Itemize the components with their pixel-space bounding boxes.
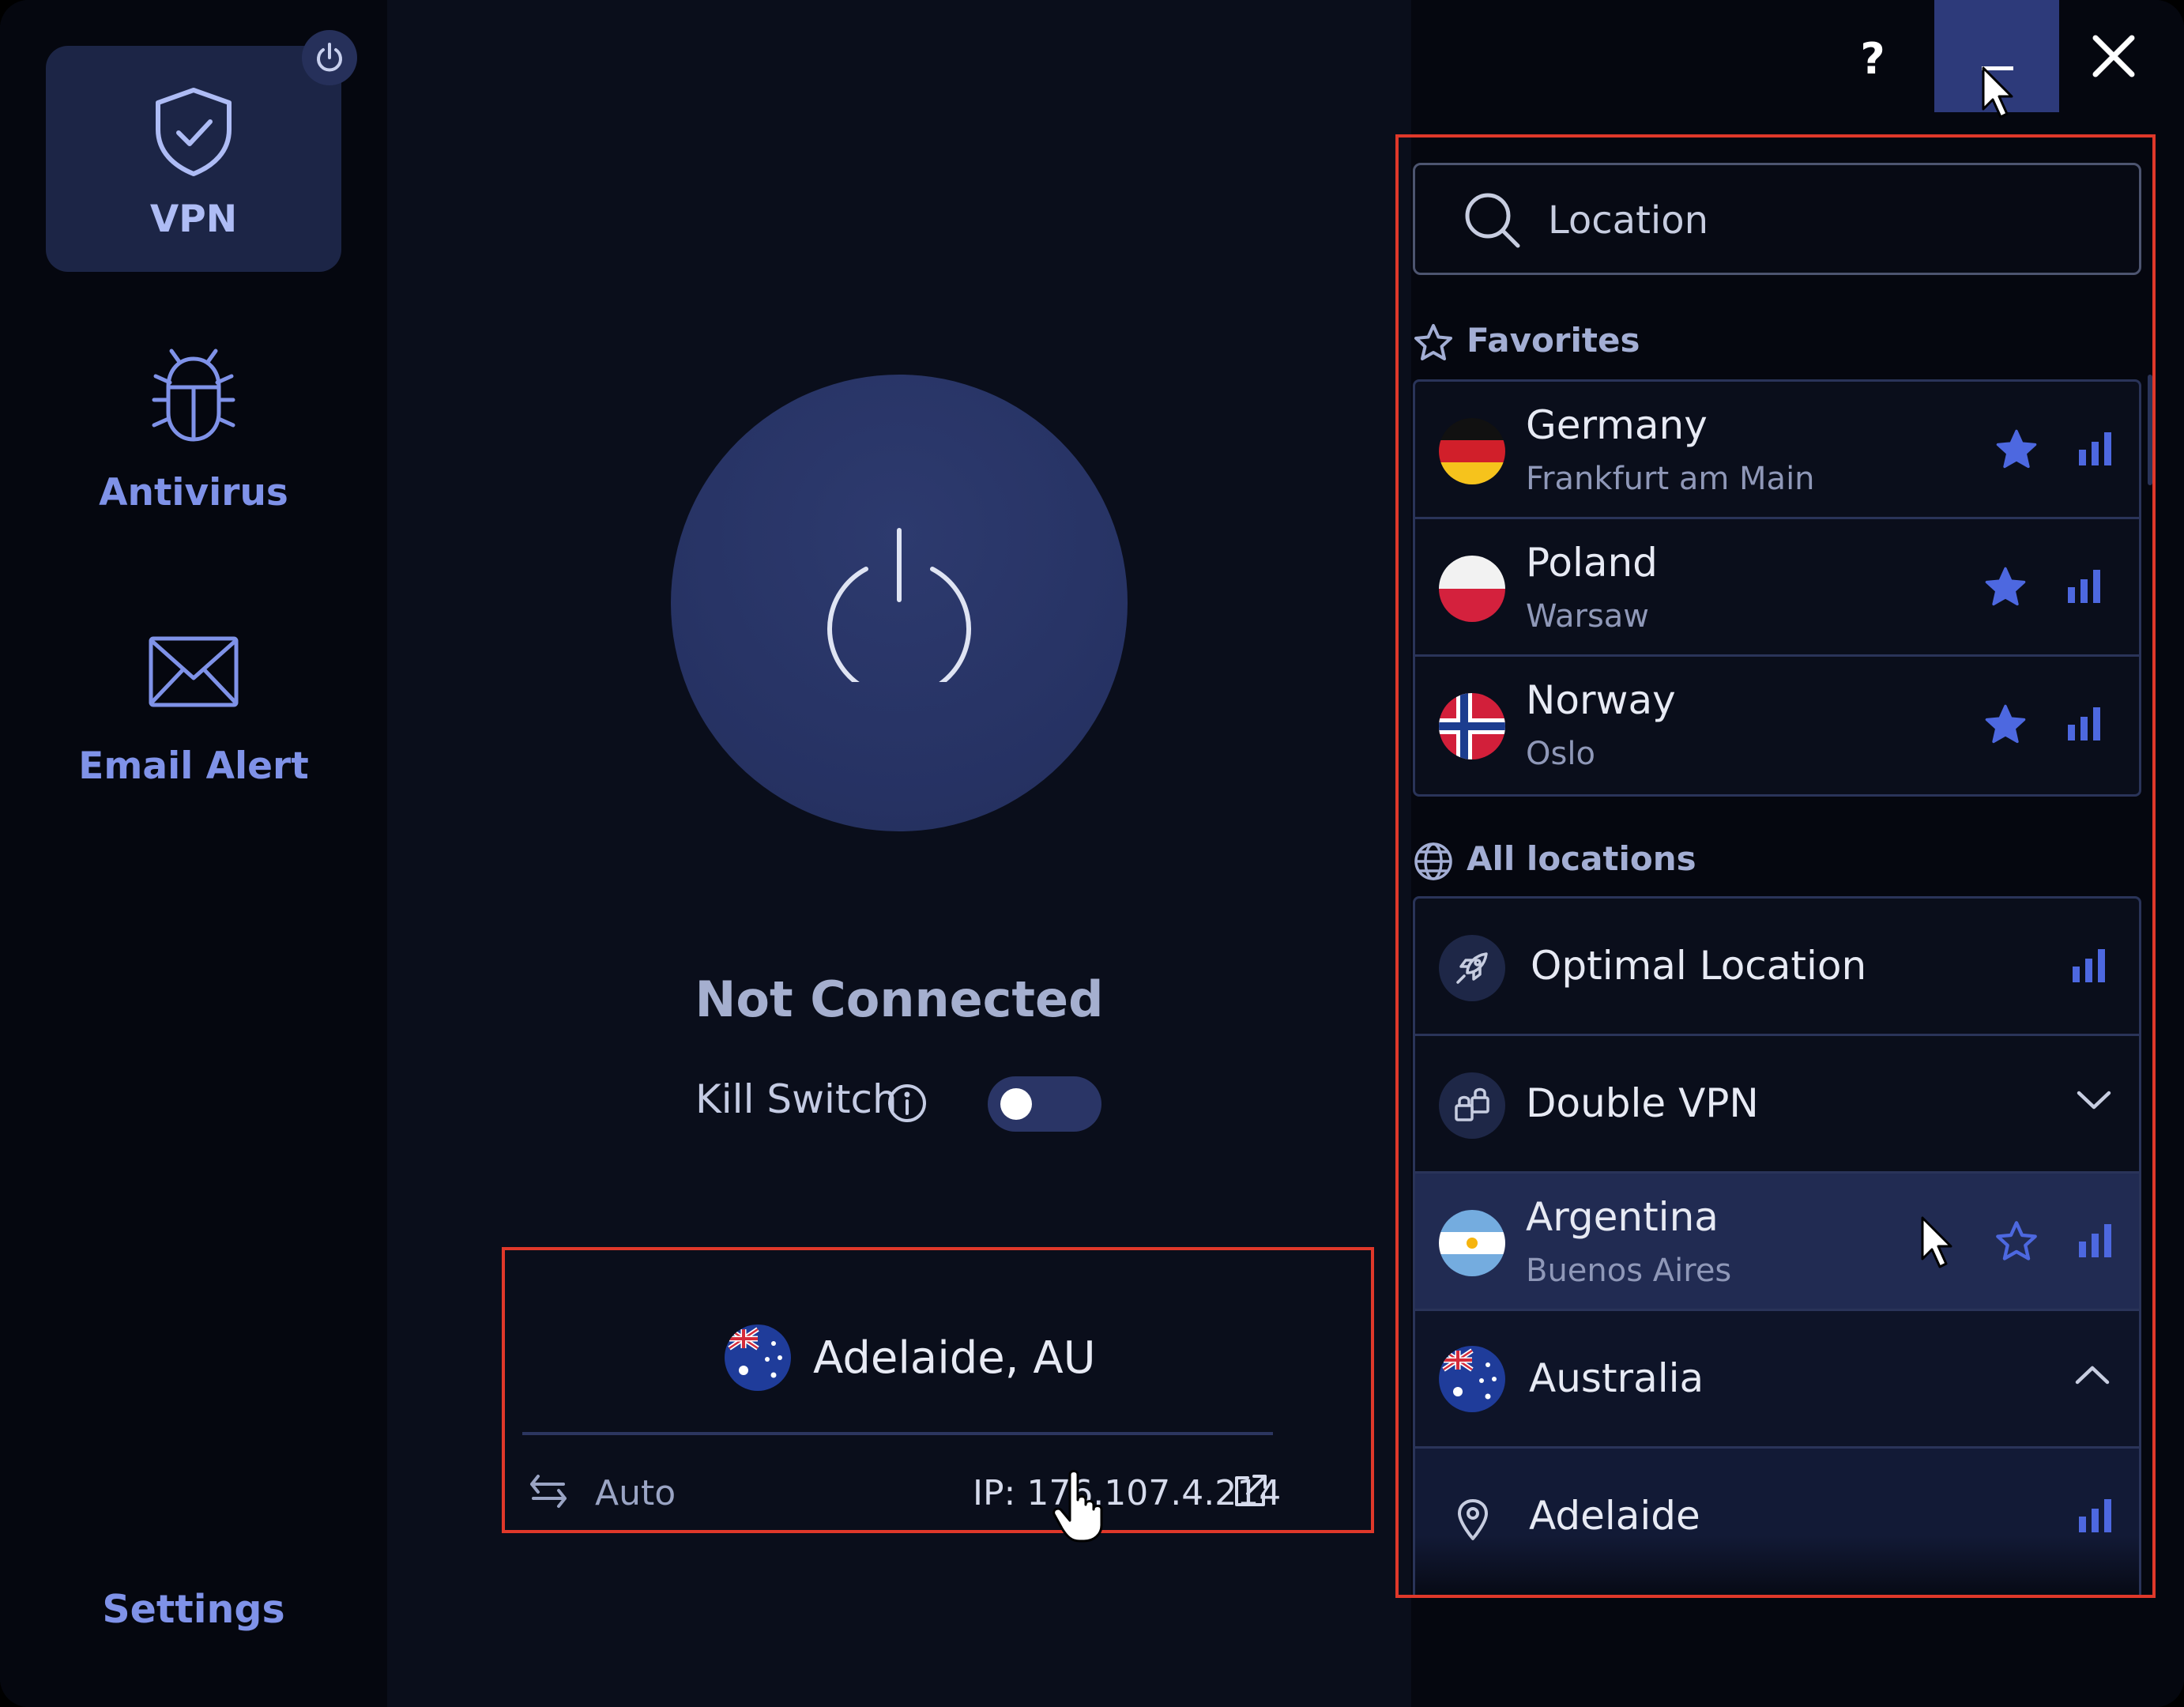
germany-flag-icon — [1439, 418, 1505, 484]
toggle-knob — [1000, 1088, 1032, 1120]
sidebar-item-vpn[interactable]: VPN — [46, 46, 341, 272]
double-vpn-label: Double VPN — [1526, 1080, 1759, 1126]
connect-button[interactable] — [671, 375, 1128, 831]
power-icon — [317, 43, 342, 72]
rocket-icon — [1439, 935, 1505, 1001]
star-filled-icon[interactable] — [1994, 428, 2039, 472]
country-name: Australia — [1529, 1355, 1704, 1401]
current-location-card[interactable]: Adelaide, AU Auto IP: 176.107.4.214 — [502, 1247, 1374, 1533]
kill-switch-toggle[interactable] — [988, 1076, 1101, 1132]
chevron-down-icon[interactable] — [2076, 1088, 2112, 1112]
sidebar-item-label: Email Alert — [78, 744, 309, 788]
kill-switch-label: Kill Switch — [695, 1076, 898, 1122]
argentina-flag-icon — [1439, 1210, 1505, 1276]
optimal-location-label: Optimal Location — [1531, 943, 1867, 989]
star-outline-icon — [1414, 324, 1452, 360]
search-icon — [1465, 193, 1520, 248]
city-name: Oslo — [1526, 736, 1595, 772]
location-search[interactable] — [1413, 163, 2141, 275]
globe-icon — [1414, 842, 1452, 880]
search-input[interactable] — [1548, 189, 2101, 252]
star-filled-icon[interactable] — [1983, 565, 2028, 609]
shield-check-icon — [156, 88, 232, 176]
mouse-cursor-icon — [1921, 1216, 1952, 1268]
all-locations-title: All locations — [1467, 839, 1696, 878]
australia-flag-icon — [1439, 1346, 1505, 1412]
external-link-icon[interactable] — [1230, 1471, 1270, 1511]
help-button[interactable]: ? — [1841, 24, 1904, 95]
country-name: Argentina — [1526, 1194, 1719, 1240]
double-lock-icon — [1439, 1072, 1505, 1139]
star-outline-icon[interactable] — [1994, 1219, 2039, 1264]
list-item-australia[interactable]: Australia — [1415, 1311, 2139, 1449]
list-item-poland[interactable]: Poland Warsaw — [1415, 519, 2139, 657]
sidebar: VPN Antivirus Email Alert Settings — [0, 0, 387, 1707]
sidebar-item-label: Antivirus — [99, 471, 288, 514]
connection-status: Not Connected — [695, 970, 1104, 1028]
envelope-icon — [149, 636, 239, 707]
list-item-norway[interactable]: Norway Oslo — [1415, 657, 2139, 794]
list-item-optimal-location[interactable]: Optimal Location — [1415, 899, 2139, 1036]
country-name: Norway — [1526, 677, 1676, 723]
sidebar-item-antivirus[interactable]: Antivirus — [46, 319, 341, 545]
list-fade-overlay — [1415, 1536, 2139, 1595]
close-icon[interactable] — [2086, 28, 2141, 84]
power-status-badge — [302, 30, 357, 85]
sidebar-item-email-alert[interactable]: Email Alert — [46, 593, 341, 819]
swap-arrows-icon — [530, 1475, 567, 1508]
list-item-double-vpn[interactable]: Double VPN — [1415, 1036, 2139, 1174]
signal-strength-icon — [2079, 432, 2111, 465]
list-item-argentina[interactable]: Argentina Buenos Aires — [1415, 1174, 2139, 1311]
mouse-cursor-icon — [1982, 66, 2013, 119]
city-name: Adelaide — [1529, 1493, 1700, 1539]
norway-flag-icon — [1439, 693, 1505, 759]
favorites-title: Favorites — [1467, 321, 1640, 360]
list-item-germany[interactable]: Germany Frankfurt am Main — [1415, 382, 2139, 519]
hand-pointer-icon — [1052, 1470, 1103, 1543]
current-location-name: Adelaide, AU — [813, 1332, 1096, 1384]
poland-flag-icon — [1439, 556, 1505, 622]
bug-icon — [152, 349, 235, 442]
protocol-mode: Auto — [595, 1473, 676, 1513]
signal-strength-icon — [2073, 949, 2105, 982]
settings-link[interactable]: Settings — [0, 1587, 387, 1632]
favorites-list: Germany Frankfurt am Main Poland Warsaw — [1413, 379, 2141, 797]
city-name: Buenos Aires — [1526, 1253, 1732, 1289]
location-list-panel: Favorites Germany Frankfurt am Main — [1395, 134, 2156, 1598]
scrollbar-thumb[interactable] — [2148, 375, 2152, 485]
australia-flag-icon — [725, 1325, 791, 1391]
all-locations-list: Optimal Location Double VPN Argentina Bu… — [1413, 896, 2141, 1595]
divider — [522, 1432, 1273, 1435]
signal-strength-icon — [2079, 1499, 2111, 1532]
vpn-app-window: VPN Antivirus Email Alert Settings Not C… — [0, 0, 2184, 1707]
signal-strength-icon — [2068, 707, 2100, 740]
chevron-up-icon[interactable] — [2074, 1363, 2111, 1387]
main-panel: Not Connected Kill Switch Adelaide, AU A… — [387, 0, 1411, 1707]
country-name: Poland — [1526, 540, 1658, 586]
list-item-adelaide[interactable]: Adelaide — [1415, 1449, 2139, 1595]
sidebar-item-label: VPN — [149, 198, 238, 241]
city-name: Frankfurt am Main — [1526, 461, 1815, 497]
star-filled-icon[interactable] — [1983, 703, 2028, 747]
power-icon — [827, 528, 971, 682]
info-icon[interactable] — [887, 1083, 928, 1124]
country-name: Germany — [1526, 402, 1708, 448]
signal-strength-icon — [2079, 1224, 2111, 1257]
signal-strength-icon — [2068, 570, 2100, 603]
city-name: Warsaw — [1526, 598, 1650, 635]
